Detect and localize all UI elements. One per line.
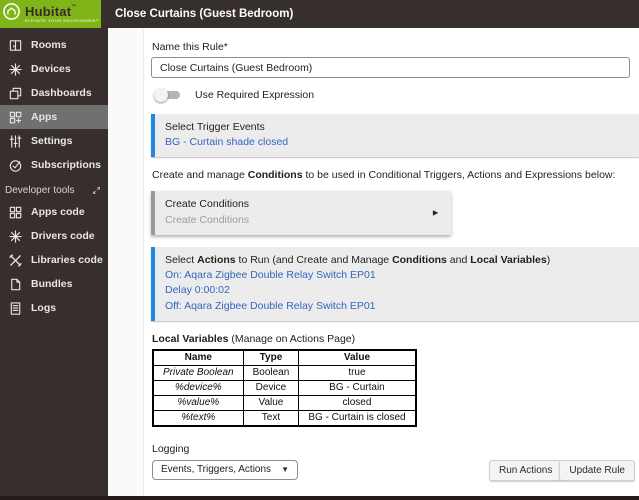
libraries-code-icon xyxy=(8,253,23,268)
sidebar-item-label: Libraries code xyxy=(31,254,103,266)
create-conditions-subtitle: Create Conditions xyxy=(165,213,250,226)
sidebar-item-label: Apps code xyxy=(31,206,85,218)
sidebar-item-apps[interactable]: Apps xyxy=(0,105,108,129)
table-row: %value% Value closed xyxy=(152,394,417,411)
devices-icon xyxy=(8,62,23,77)
select-trigger-events-button[interactable]: Select Trigger Events BG - Curtain shade… xyxy=(151,114,639,158)
local-variables-label: Local Variables (Manage on Actions Page) xyxy=(152,332,356,345)
table-row: %text% Text BG - Curtain is closed xyxy=(152,409,417,427)
required-expression-toggle[interactable] xyxy=(154,88,182,102)
sidebar-item-label: Rooms xyxy=(31,39,67,51)
conditions-note: Create and manage Conditions to be used … xyxy=(152,169,616,182)
dashboards-icon xyxy=(8,86,23,101)
bottom-bar xyxy=(0,496,639,500)
sidebar-item-apps-code[interactable]: Apps code xyxy=(0,200,108,224)
apps-code-icon xyxy=(8,205,23,220)
sidebar-item-logs[interactable]: Logs xyxy=(0,296,108,320)
action-link-delay[interactable]: Delay 0:00:02 xyxy=(165,283,629,298)
create-conditions-button[interactable]: Create Conditions Create Conditions ► xyxy=(151,191,451,235)
sidebar-item-label: Drivers code xyxy=(31,230,95,242)
sidebar-item-label: Devices xyxy=(31,63,71,75)
var-type: Device xyxy=(242,379,300,396)
logging-selected-value: Events, Triggers, Actions xyxy=(161,464,272,476)
update-rule-button[interactable]: Update Rule xyxy=(559,459,635,481)
bundles-icon xyxy=(8,277,23,292)
sidebar-item-libraries-code[interactable]: Libraries code xyxy=(0,248,108,272)
page-title: Close Curtains (Guest Bedroom) xyxy=(115,8,294,20)
var-type: Text xyxy=(242,409,300,427)
sidebar-item-label: Settings xyxy=(31,135,73,147)
col-header-name: Name xyxy=(152,349,244,366)
drivers-code-icon xyxy=(8,229,23,244)
developer-tools-label: Developer tools xyxy=(5,185,75,196)
sidebar-item-devices[interactable]: Devices xyxy=(0,57,108,81)
var-value: closed xyxy=(298,394,417,411)
chevron-right-icon: ► xyxy=(431,207,440,218)
brand-tagline: ELEVATE YOUR ENVIRONMENT xyxy=(25,18,99,24)
sidebar-item-rooms[interactable]: Rooms xyxy=(0,33,108,57)
var-type: Value xyxy=(242,394,300,411)
sidebar-item-label: Dashboards xyxy=(31,87,92,99)
sidebar: Rooms Devices Dashboards Apps Settings S… xyxy=(0,28,108,496)
var-name: Private Boolean xyxy=(152,364,244,381)
logging-dropdown[interactable]: Events, Triggers, Actions ▼ xyxy=(152,459,298,480)
select-actions-button[interactable]: Select Actions to Run (and Create and Ma… xyxy=(151,246,639,321)
hubitat-logo[interactable]: Hubitat™ ELEVATE YOUR ENVIRONMENT xyxy=(0,0,101,28)
expand-icon xyxy=(92,186,101,195)
rule-editor-panel: Name this Rule* Use Required Expression … xyxy=(143,28,639,496)
action-link-off[interactable]: Off: Aqara Zigbee Double Relay Switch EP… xyxy=(165,299,629,314)
sidebar-item-drivers-code[interactable]: Drivers code xyxy=(0,224,108,248)
local-variables-table: Name Type Value Private Boolean Boolean … xyxy=(152,348,417,427)
sidebar-developer-tools-toggle[interactable]: Developer tools xyxy=(0,177,108,200)
sidebar-item-dashboards[interactable]: Dashboards xyxy=(0,81,108,105)
sidebar-item-label: Apps xyxy=(31,111,58,123)
apps-icon xyxy=(8,110,23,125)
table-row: %device% Device BG - Curtain xyxy=(152,379,417,396)
subscriptions-icon xyxy=(8,158,23,173)
var-type: Boolean xyxy=(242,364,300,381)
sidebar-item-label: Logs xyxy=(31,302,57,314)
table-row: Private Boolean Boolean true xyxy=(152,364,417,381)
top-bar: Hubitat™ ELEVATE YOUR ENVIRONMENT Close … xyxy=(0,0,639,28)
trigger-events-title: Select Trigger Events xyxy=(165,121,265,133)
logs-icon xyxy=(8,301,23,316)
sidebar-item-bundles[interactable]: Bundles xyxy=(0,272,108,296)
var-name: %value% xyxy=(152,394,244,411)
select-actions-title: Select Actions to Run (and Create and Ma… xyxy=(165,253,551,266)
var-value: true xyxy=(298,364,417,381)
rule-name-input[interactable] xyxy=(151,57,630,78)
trigger-event-link[interactable]: BG - Curtain shade closed xyxy=(165,135,629,150)
name-rule-label: Name this Rule* xyxy=(152,41,228,53)
action-link-on[interactable]: On: Aqara Zigbee Double Relay Switch EP0… xyxy=(165,268,629,283)
settings-icon xyxy=(8,134,23,149)
var-name: %device% xyxy=(152,379,244,396)
chevron-down-icon: ▼ xyxy=(281,465,289,475)
create-conditions-title: Create Conditions xyxy=(165,198,250,211)
hubitat-house-icon xyxy=(2,2,21,26)
table-header-row: Name Type Value xyxy=(152,349,417,366)
sidebar-item-label: Bundles xyxy=(31,278,73,290)
rooms-icon xyxy=(8,38,23,53)
var-value: BG - Curtain xyxy=(298,379,417,396)
var-value: BG - Curtain is closed xyxy=(298,409,417,427)
logging-label: Logging xyxy=(152,442,190,455)
brand-name: Hubitat™ xyxy=(25,3,77,19)
sidebar-item-subscriptions[interactable]: Subscriptions xyxy=(0,153,108,177)
var-name: %text% xyxy=(152,409,244,427)
col-header-value: Value xyxy=(298,349,417,366)
run-actions-button[interactable]: Run Actions xyxy=(489,459,563,481)
col-header-type: Type xyxy=(242,349,300,366)
sidebar-item-label: Subscriptions xyxy=(31,159,102,171)
sidebar-item-settings[interactable]: Settings xyxy=(0,129,108,153)
required-expression-label: Use Required Expression xyxy=(195,89,315,101)
